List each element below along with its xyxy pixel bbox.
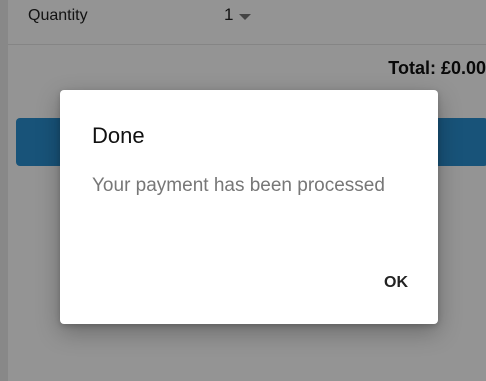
screen-edge (0, 0, 8, 381)
dialog-message: Your payment has been processed (92, 175, 385, 196)
payment-done-dialog: Done Your payment has been processed OK (60, 90, 438, 324)
ok-button[interactable]: OK (374, 268, 418, 298)
dialog-title: Done (92, 123, 145, 148)
